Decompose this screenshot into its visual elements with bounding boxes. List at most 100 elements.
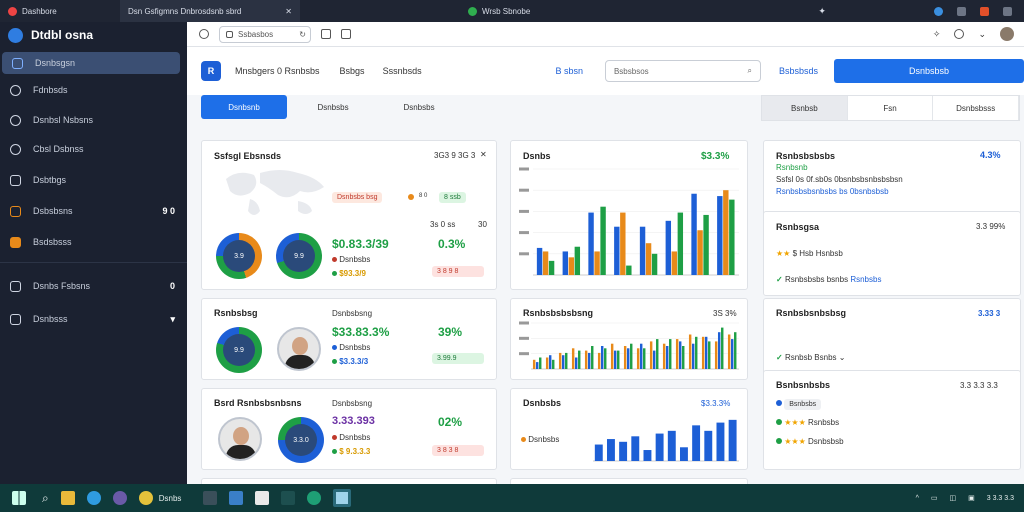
chart-bar[interactable]	[626, 265, 632, 275]
chart-bar[interactable]	[655, 433, 664, 461]
chart-bar[interactable]	[703, 214, 709, 275]
chevron-down-icon[interactable]: ⌄	[978, 29, 986, 40]
header-link-3[interactable]: Sssnbsds	[383, 66, 422, 76]
sidebar-item-8[interactable]: Dsnbs Fsbsns 0	[0, 275, 187, 297]
chart-bar[interactable]	[574, 246, 581, 275]
chart-bar[interactable]	[545, 357, 549, 370]
header-link-blue-2[interactable]: Bsbsbsds	[779, 66, 818, 76]
header-logo[interactable]: R	[201, 61, 221, 81]
chart-bar[interactable]	[532, 359, 536, 369]
chart-bar[interactable]	[717, 332, 721, 369]
chart-bar[interactable]	[727, 334, 731, 370]
app-icon[interactable]	[307, 491, 322, 505]
chart-bar[interactable]	[619, 441, 628, 461]
chart-bar[interactable]	[636, 348, 640, 369]
chart-bar[interactable]	[675, 339, 679, 369]
primary-button[interactable]: Dsnbsbsb	[834, 59, 1024, 83]
chart-bar[interactable]	[584, 350, 588, 369]
chart-bar[interactable]	[704, 336, 708, 369]
tab-1[interactable]: Dsnbsnb	[201, 95, 287, 119]
app-icon[interactable]	[112, 491, 127, 505]
list-item[interactable]: ★★★ Rsnbsbs	[776, 418, 839, 427]
chart-bar[interactable]	[729, 199, 735, 275]
star-icon[interactable]: ✦	[818, 6, 826, 17]
chart-bar[interactable]	[645, 243, 652, 275]
list-item[interactable]: ★★★ Dsnbsbsb	[776, 437, 844, 446]
sidebar-item-3[interactable]: Dsnbsl Nsbsns	[0, 109, 187, 131]
sidebar-item-9[interactable]: Dsnbsss ▾	[0, 308, 187, 330]
chart-bar[interactable]	[639, 343, 643, 369]
browser-tab[interactable]: Wrsb Sbnobe	[460, 0, 538, 22]
chart-bar[interactable]	[643, 450, 652, 461]
chart-bar[interactable]	[678, 341, 682, 369]
chart-bar[interactable]	[588, 212, 594, 275]
chart-bar[interactable]	[728, 419, 737, 461]
chart-bar[interactable]	[679, 447, 688, 461]
segment-1[interactable]: Bsnbsb	[762, 96, 848, 120]
chart-bar[interactable]	[600, 346, 604, 369]
chart-bar[interactable]	[542, 251, 549, 275]
sidebar-item-7[interactable]: Bsdsbsss	[0, 231, 187, 253]
sidebar-item-dashboard[interactable]: Dsnbsgsn	[2, 52, 180, 74]
chart-bar[interactable]	[614, 226, 620, 275]
chart-bar[interactable]	[723, 190, 729, 275]
chart-bar[interactable]	[714, 341, 718, 369]
chart-bar[interactable]	[597, 352, 601, 369]
chart-bar[interactable]	[617, 350, 620, 369]
chart-bar[interactable]	[671, 251, 678, 275]
chart-bar[interactable]	[552, 359, 555, 369]
segment-2[interactable]: Fsn	[848, 96, 934, 120]
chart-bar[interactable]	[643, 348, 646, 369]
chart-bar[interactable]	[708, 341, 711, 369]
header-link-2[interactable]: Bsbgs	[340, 66, 365, 76]
url-field[interactable]: Ssbasbos ↻	[219, 25, 311, 43]
network-icon[interactable]: ▭	[931, 494, 938, 502]
chart-bar[interactable]	[665, 346, 669, 369]
chart-bar[interactable]	[656, 339, 659, 369]
sidebar-item-6[interactable]: Dsbsbsns 9 0	[0, 200, 187, 222]
chart-bar[interactable]	[669, 339, 672, 369]
store-icon[interactable]	[281, 491, 296, 505]
chart-bar[interactable]	[562, 251, 569, 275]
chart-bar[interactable]	[571, 348, 575, 369]
battery-icon[interactable]: ▣	[968, 494, 975, 502]
tab-2[interactable]: Dsnbsbs	[293, 95, 373, 119]
list-item[interactable]: Bsnbsbs	[776, 399, 822, 410]
chevron-down-icon[interactable]: ▾	[170, 314, 175, 325]
chart-bar[interactable]	[623, 346, 627, 369]
chart-bar[interactable]	[606, 439, 615, 461]
app-icon[interactable]	[203, 491, 218, 505]
chart-bar[interactable]	[578, 350, 581, 369]
chevron-down-icon[interactable]: ⌄	[839, 353, 846, 362]
chart-bar[interactable]	[568, 257, 575, 275]
close-window-icon[interactable]	[1003, 6, 1012, 16]
chart-bar[interactable]	[594, 444, 603, 461]
header-link-1[interactable]: Mnsbgers 0 Rsnbsbs	[235, 66, 320, 76]
extension-icon[interactable]	[934, 6, 943, 16]
maximize-icon[interactable]	[980, 6, 989, 16]
header-link-blue[interactable]: B sbsn	[555, 66, 583, 76]
chart-bar[interactable]	[701, 336, 705, 369]
chart-bar[interactable]	[558, 352, 562, 369]
pin-icon[interactable]: ✧	[933, 29, 941, 40]
chevron-up-icon[interactable]: ^	[916, 495, 919, 502]
search-icon[interactable]: ⌕	[747, 66, 751, 76]
chart-bar[interactable]	[548, 260, 555, 275]
refresh-icon[interactable]	[199, 29, 209, 39]
chart-bar[interactable]	[626, 348, 630, 369]
chart-bar[interactable]	[704, 430, 713, 461]
chart-bar[interactable]	[721, 327, 724, 369]
chart-bar[interactable]	[600, 206, 606, 275]
chart-bar[interactable]	[639, 226, 646, 275]
taskbar-search-label[interactable]: Dsnbs	[159, 494, 182, 503]
search-input[interactable]: Bsbsbsos ⌕	[604, 60, 761, 82]
edge-icon[interactable]	[86, 491, 101, 505]
tab-3[interactable]: Dsnbsbs	[383, 95, 455, 119]
chart-bar[interactable]	[716, 422, 725, 461]
window-icon[interactable]	[321, 29, 331, 39]
photos-icon[interactable]	[229, 491, 244, 505]
windows-start-icon[interactable]	[12, 491, 26, 505]
chart-bar[interactable]	[620, 212, 626, 275]
chart-bar[interactable]	[652, 350, 656, 369]
sidebar-item-5[interactable]: Dsbtbgs	[0, 169, 187, 191]
